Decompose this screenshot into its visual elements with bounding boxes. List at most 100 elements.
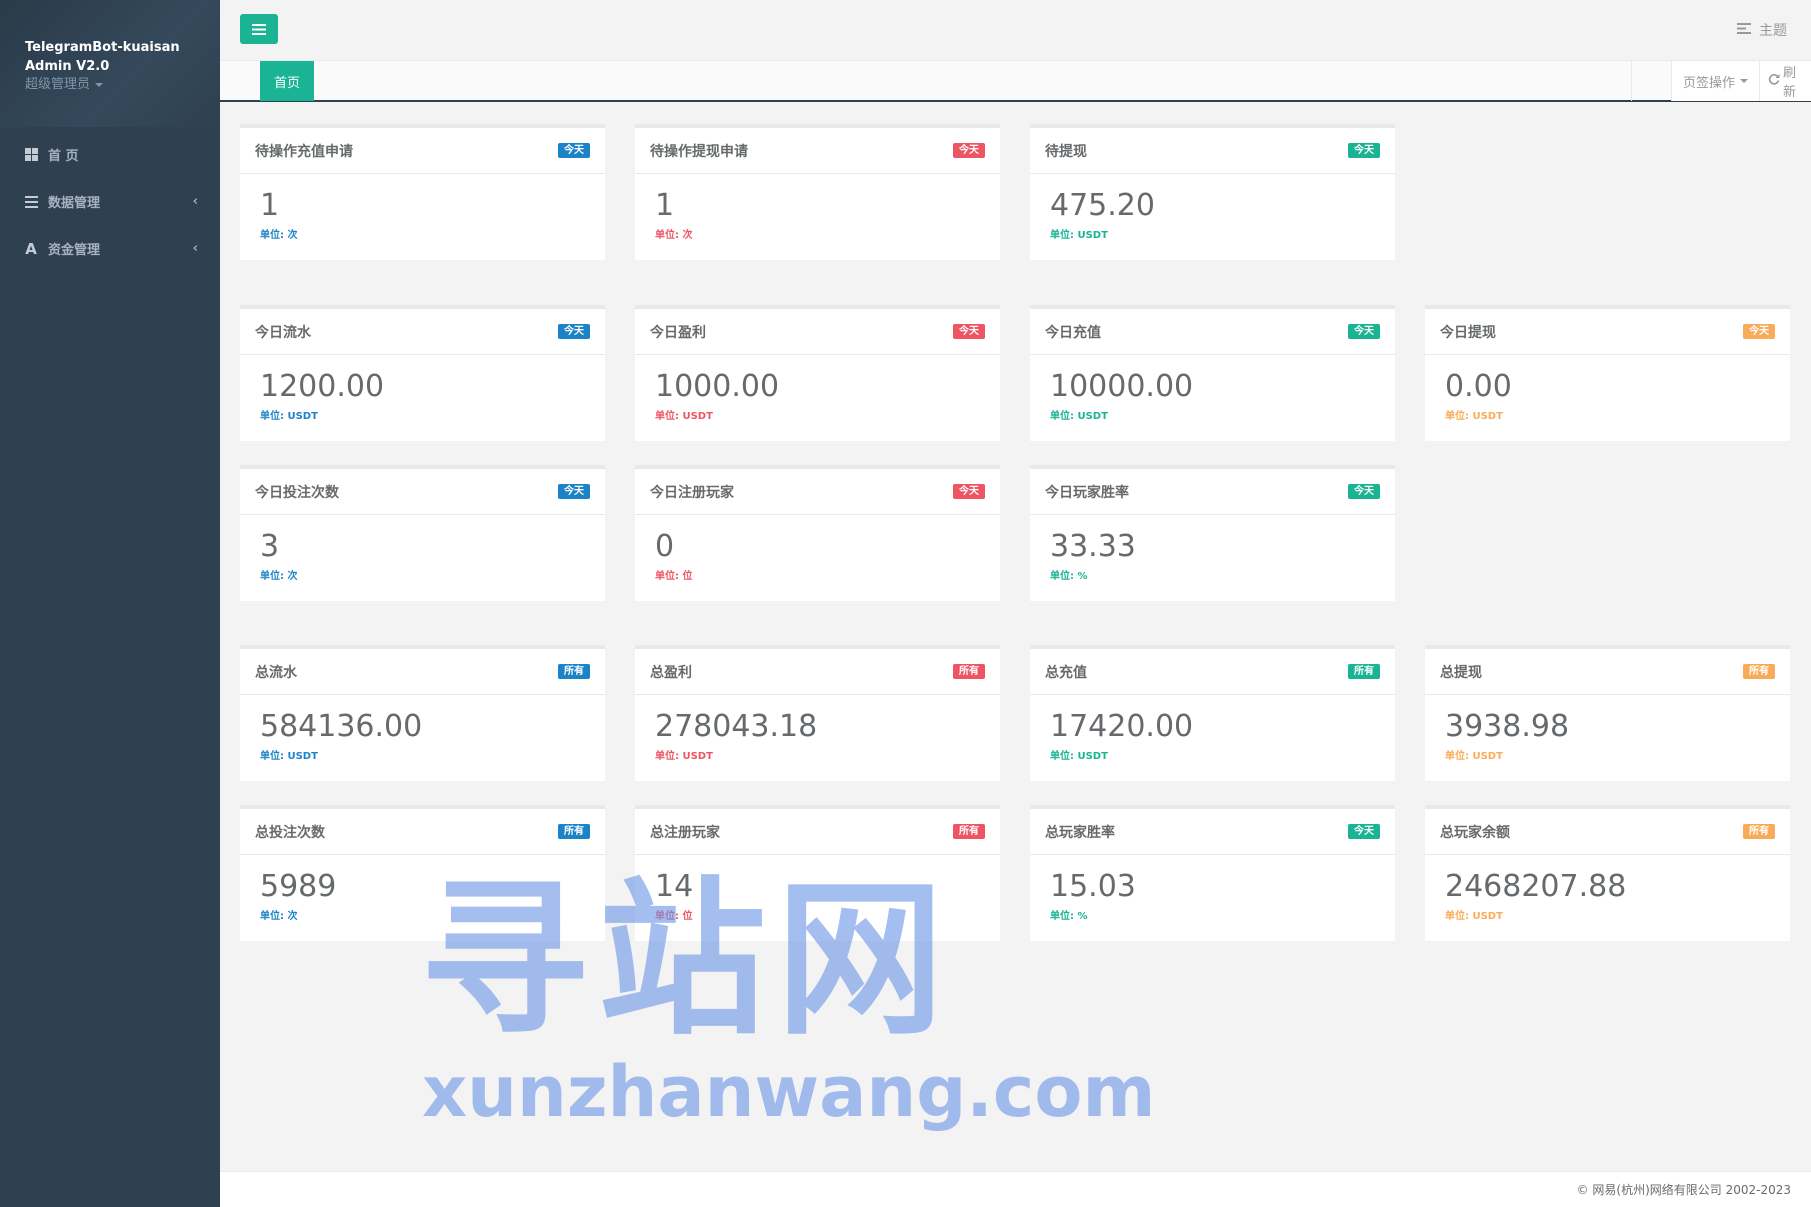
stat-card-unit: 单位: USDT [655, 411, 713, 422]
theme-button[interactable]: 主题 [1737, 20, 1787, 40]
user-role-dropdown[interactable]: 超级管理员 [25, 76, 195, 94]
stat-card-value: 17420.00 [1050, 709, 1194, 744]
stat-card-header: 总提现 所有 [1425, 649, 1790, 695]
stat-card-value: 33.33 [1050, 529, 1136, 564]
stat-card-title: 总流水 [255, 664, 297, 681]
stat-card: 今日流水 今天 1200.00 单位: USDT [240, 305, 605, 441]
stat-card-header: 今日盈利 今天 [635, 309, 1000, 355]
tab-controls: 页签操作 刷新 [1631, 61, 1811, 101]
stat-card-body: 1200.00 单位: USDT [240, 355, 605, 422]
stat-card-body: 10000.00 单位: USDT [1030, 355, 1395, 422]
stat-card: 今日玩家胜率 今天 33.33 单位: % [1030, 465, 1395, 601]
stat-card: 今日充值 今天 10000.00 单位: USDT [1030, 305, 1395, 441]
stat-card-value: 10000.00 [1050, 369, 1194, 404]
footer: © 网易(杭州)网络有限公司 2002-2023 [220, 1171, 1811, 1207]
stat-card-header: 今日注册玩家 今天 [635, 469, 1000, 515]
stat-card-badge: 所有 [558, 664, 590, 679]
stat-card-unit: 单位: % [1050, 911, 1088, 922]
stat-card-unit: 单位: 次 [260, 571, 298, 582]
stat-card-value: 1200.00 [260, 369, 385, 404]
stat-card-unit: 单位: USDT [260, 411, 318, 422]
stat-card-title: 今日投注次数 [255, 484, 339, 501]
refresh-button[interactable]: 刷新 [1759, 61, 1811, 101]
stat-card: 总玩家余额 所有 2468207.88 单位: USDT [1425, 805, 1790, 941]
dashboard-icon [24, 148, 38, 162]
stat-card: 待操作充值申请 今天 1 单位: 次 [240, 124, 605, 260]
stat-card-value: 0 [655, 529, 675, 564]
chevron-left-icon: ‹ [192, 194, 198, 209]
stat-card-unit: 单位: USDT [260, 751, 318, 762]
dashboard-content: 待操作充值申请 今天 1 单位: 次待操作提现申请 今天 1 单位: 次待提现 今天 475.2… [220, 104, 1811, 1171]
stat-card-body: 0 单位: 位 [635, 515, 1000, 582]
stat-card-value: 475.20 [1050, 188, 1155, 223]
stat-card-value: 1 [260, 188, 280, 223]
sidebar-item-fund-management[interactable]: A 资金管理 ‹ [0, 225, 220, 272]
list-icon [24, 195, 38, 209]
hamburger-icon [252, 20, 266, 39]
stat-card-title: 今日提现 [1440, 324, 1496, 341]
theme-label: 主题 [1759, 23, 1787, 39]
stat-card-header: 待操作充值申请 今天 [240, 128, 605, 174]
stat-card: 待操作提现申请 今天 1 单位: 次 [635, 124, 1000, 260]
theme-icon [1737, 22, 1751, 38]
stat-card: 总注册玩家 所有 14 单位: 位 [635, 805, 1000, 941]
stat-card-body: 15.03 单位: % [1030, 855, 1395, 922]
stat-card-value: 5989 [260, 869, 337, 904]
stat-card-header: 今日玩家胜率 今天 [1030, 469, 1395, 515]
stat-card: 今日提现 今天 0.00 单位: USDT [1425, 305, 1790, 441]
sidebar-toggle-button[interactable] [240, 14, 278, 44]
stat-card-title: 总充值 [1045, 664, 1087, 681]
stat-card-badge: 所有 [953, 824, 985, 839]
stat-card: 今日盈利 今天 1000.00 单位: USDT [635, 305, 1000, 441]
stat-card-unit: 单位: USDT [1445, 911, 1503, 922]
stat-card-body: 33.33 单位: % [1030, 515, 1395, 582]
stat-card-body: 1 单位: 次 [635, 174, 1000, 241]
stat-card-body: 3 单位: 次 [240, 515, 605, 582]
stat-card-unit: 单位: 位 [655, 911, 693, 922]
stat-card-title: 总提现 [1440, 664, 1482, 681]
stat-card-title: 总盈利 [650, 664, 692, 681]
stat-card-badge: 今天 [558, 324, 590, 339]
stat-card-badge: 所有 [953, 664, 985, 679]
copyright-text: © 网易(杭州)网络有限公司 2002-2023 [1576, 1183, 1791, 1197]
stat-card-badge: 今天 [558, 143, 590, 158]
stat-card-value: 14 [655, 869, 694, 904]
stat-card-badge: 所有 [1743, 664, 1775, 679]
stat-card-body: 17420.00 单位: USDT [1030, 695, 1395, 762]
stat-card: 总充值 所有 17420.00 单位: USDT [1030, 645, 1395, 781]
stat-card-badge: 今天 [1348, 143, 1380, 158]
stat-card-title: 待操作提现申请 [650, 143, 748, 160]
stat-card-badge: 今天 [1348, 824, 1380, 839]
stat-card-header: 今日投注次数 今天 [240, 469, 605, 515]
stat-card-title: 总玩家胜率 [1045, 824, 1115, 841]
stat-card-title: 今日充值 [1045, 324, 1101, 341]
sidebar-item-home[interactable]: 首 页 [0, 131, 220, 178]
stat-card-title: 待操作充值申请 [255, 143, 353, 160]
sidebar-item-label: 首 页 [48, 149, 79, 164]
stat-card-value: 3938.98 [1445, 709, 1570, 744]
stat-card-body: 2468207.88 单位: USDT [1425, 855, 1790, 922]
stat-card-header: 总流水 所有 [240, 649, 605, 695]
stat-card-header: 总注册玩家 所有 [635, 809, 1000, 855]
stat-card-value: 584136.00 [260, 709, 423, 744]
sidebar-item-data-management[interactable]: 数据管理 ‹ [0, 178, 220, 225]
tab-label: 首页 [274, 75, 301, 91]
profile-header: TelegramBot-kuaisan Admin V2.0 超级管理员 [0, 0, 220, 127]
stat-card-title: 待提现 [1045, 143, 1087, 160]
sidebar-item-label: 数据管理 [48, 196, 101, 211]
stat-card: 总盈利 所有 278043.18 单位: USDT [635, 645, 1000, 781]
stat-card-header: 总充值 所有 [1030, 649, 1395, 695]
tab-scroll-right[interactable] [1631, 61, 1671, 101]
stat-card-header: 总投注次数 所有 [240, 809, 605, 855]
stat-card-body: 3938.98 单位: USDT [1425, 695, 1790, 762]
top-navbar: 主题 [220, 0, 1811, 60]
stat-card-value: 15.03 [1050, 869, 1136, 904]
tab-operations-dropdown[interactable]: 页签操作 [1671, 61, 1759, 101]
tab-home[interactable]: 首页 [260, 61, 315, 101]
stat-card-badge: 今天 [558, 484, 590, 499]
stat-card-badge: 今天 [953, 484, 985, 499]
stat-card: 待提现 今天 475.20 单位: USDT [1030, 124, 1395, 260]
stat-card-badge: 所有 [1743, 824, 1775, 839]
caret-down-icon [1740, 79, 1748, 83]
stat-card-badge: 所有 [558, 824, 590, 839]
